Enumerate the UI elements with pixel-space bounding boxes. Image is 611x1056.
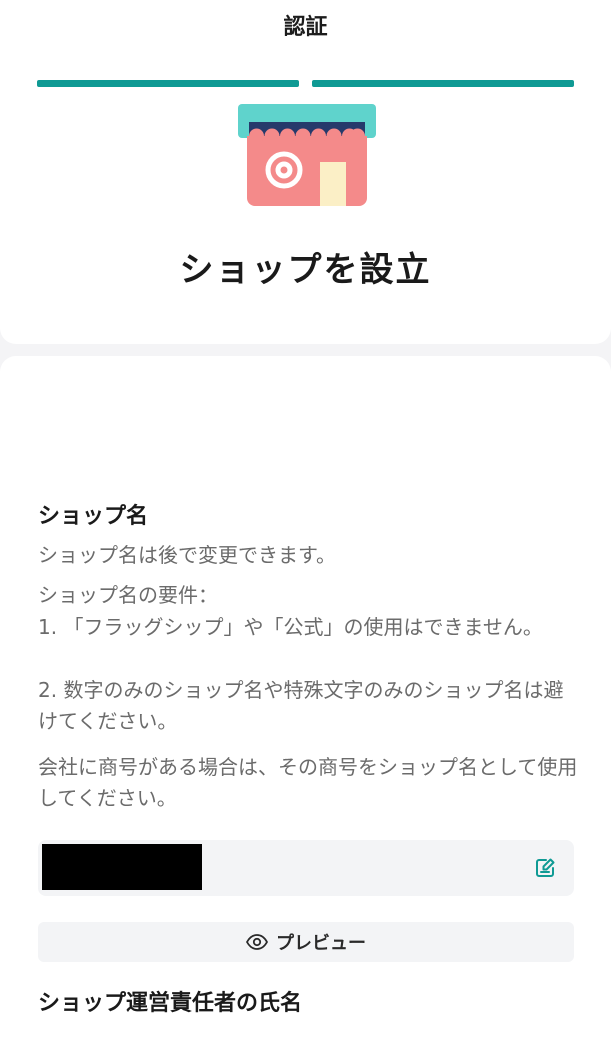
progress-step-1 xyxy=(37,80,299,87)
shop-icon xyxy=(238,104,376,206)
requirement-2: 2. 数字のみのショップ名や特殊文字のみのショップ名は避けてください。 xyxy=(38,678,564,733)
header-card: 認証 ショップを設立 xyxy=(0,0,611,344)
manager-name-label: ショップ運営責任者の氏名 xyxy=(38,991,303,1016)
preview-label: プレビュー xyxy=(276,933,366,954)
shop-name-hint: ショップ名は後で変更できます。 xyxy=(38,543,336,567)
requirements-title: ショップ名の要件： xyxy=(38,583,218,607)
redacted-value xyxy=(42,844,202,890)
page-title: ショップを設立 xyxy=(179,250,432,290)
requirement-1: 1. 「フラッグシップ」や「公式」の使用はできません。 xyxy=(38,615,543,639)
shop-name-input[interactable] xyxy=(38,840,574,896)
shop-name-label: ショップ名 xyxy=(38,504,149,529)
header-title: 認証 xyxy=(283,15,328,40)
eye-icon xyxy=(246,934,268,950)
edit-icon[interactable] xyxy=(534,857,556,879)
company-name-note: 会社に商号がある場合は、その商号をショップ名として使用してください。 xyxy=(38,755,578,810)
preview-button[interactable]: プレビュー xyxy=(38,922,574,962)
progress-step-2 xyxy=(312,80,574,87)
